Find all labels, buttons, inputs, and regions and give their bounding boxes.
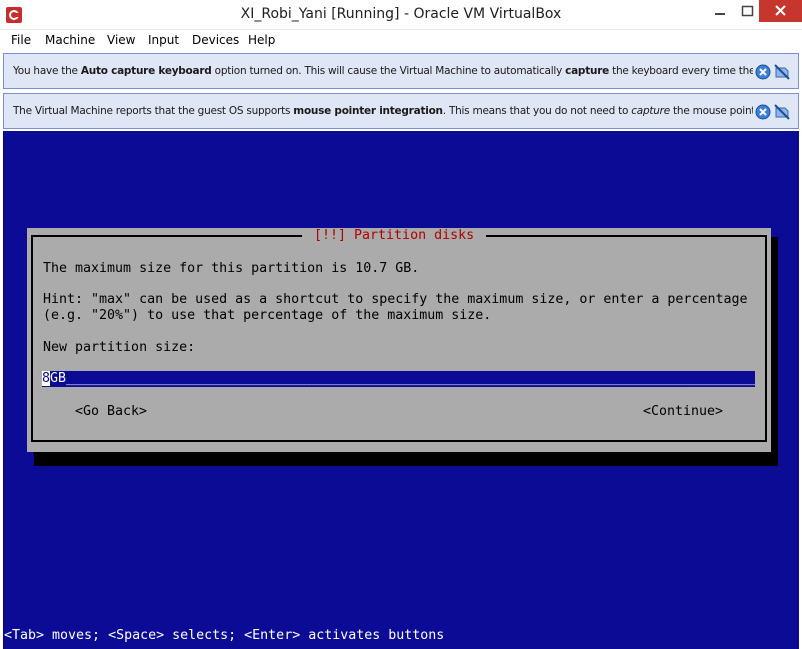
notice-text: You have the Auto capture keyboard optio… [13,65,753,77]
max-size-text: The maximum size for this partition is 1… [43,261,420,276]
menu-bar: File Machine View Input Devices Help [0,30,802,52]
notice-italic-text: capture [631,105,670,117]
notice-bold-text: mouse pointer integration [293,105,443,117]
notice-text-part: The Virtual Machine reports that the gue… [13,105,294,117]
notice-text-part: . This means that you do not need to [442,105,632,117]
menu-help[interactable]: Help [248,33,275,47]
menu-view[interactable]: View [107,33,135,47]
mouse-integration-notice: The Virtual Machine reports that the gue… [3,93,799,129]
notice-mute-icon[interactable] [774,104,790,120]
minimize-icon[interactable] [706,0,734,22]
notice-text-part: option turned on. This will cause the Vi… [211,65,566,77]
notice-text-part: You have the [13,65,81,77]
notice-bold-text: Auto capture keyboard [80,65,212,77]
help-status-line: <Tab> moves; <Space> selects; <Enter> ac… [4,628,445,643]
notice-text-part: the mouse pointer [673,105,753,117]
menu-file[interactable]: File [11,33,31,47]
dialog-title: [!!] Partition disks [302,228,487,244]
go-back-button[interactable]: <Go Back> [75,404,147,420]
notice-close-icon[interactable] [755,64,771,80]
notice-text-part: the keyboard every time the VM [612,65,753,77]
partition-size-input[interactable]: 8GB_____________________________________… [42,371,755,387]
keyboard-capture-notice: You have the Auto capture keyboard optio… [3,53,799,89]
new-size-label: New partition size: [43,340,196,355]
close-icon[interactable] [759,0,802,22]
window-titlebar: XI_Robi_Yani [Running] - Oracle VM Virtu… [0,0,802,30]
notice-text: The Virtual Machine reports that the gue… [13,105,753,117]
menu-devices[interactable]: Devices [192,33,239,47]
input-value: GB______________________________________… [50,371,755,386]
notice-bold-text: capture [565,65,609,77]
menu-input[interactable]: Input [148,33,179,47]
window-title: XI_Robi_Yani [Running] - Oracle VM Virtu… [240,6,562,22]
notice-close-icon[interactable] [755,104,771,120]
partition-disks-dialog: [!!] Partition disks The maximum size fo… [27,228,771,452]
text-cursor: 8 [42,371,51,386]
maximize-icon[interactable] [734,0,762,22]
menu-machine[interactable]: Machine [45,33,95,47]
hint-text-line-2: (e.g. "20%") to use that percentage of t… [43,308,492,323]
hint-text-line-1: Hint: "max" can be used as a shortcut to… [43,292,748,307]
continue-button[interactable]: <Continue> [643,404,723,420]
notice-mute-icon[interactable] [774,64,790,80]
